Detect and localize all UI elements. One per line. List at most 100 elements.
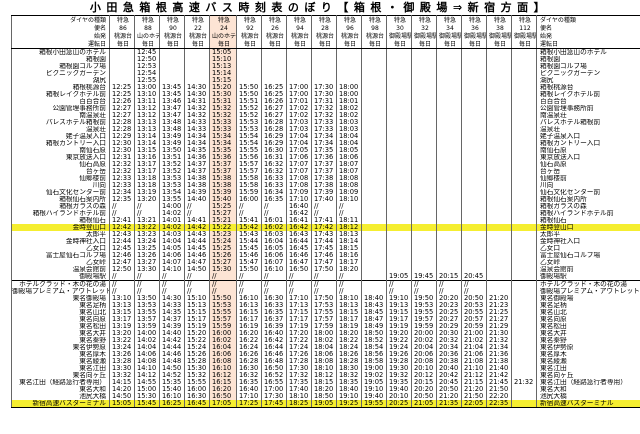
- time-cell: 17:25: [236, 400, 262, 408]
- time-cell: 21:06: [461, 351, 487, 358]
- time-cell: [411, 175, 437, 182]
- time-cell: 13:48: [159, 126, 185, 133]
- time-cell: [436, 48, 462, 56]
- time-cell: [511, 400, 537, 408]
- time-cell: 14:38: [184, 175, 210, 182]
- time-cell: [411, 147, 437, 154]
- time-cell: [511, 133, 537, 140]
- time-cell: [486, 77, 512, 84]
- time-cell: 15:45: [236, 245, 262, 252]
- time-cell: [486, 63, 512, 70]
- time-cell: 17:33: [311, 126, 337, 133]
- stop-row: 姥子温泉入口 12:29 13:14 13:49 14:34 15:34 15:54 16:2…: [11, 133, 640, 140]
- time-cell: 17:10: [286, 295, 312, 302]
- time-cell: [361, 245, 387, 252]
- time-cell: //: [386, 288, 412, 295]
- time-cell: 14:06: [134, 351, 160, 358]
- time-cell: 13:57: [134, 316, 160, 323]
- time-cell: 15:00: [134, 386, 160, 393]
- time-cell: [411, 154, 437, 161]
- time-cell: 17:39: [311, 189, 337, 196]
- time-cell: 17:30: [311, 84, 337, 91]
- time-cell: [511, 196, 537, 203]
- stop-row: 御殿場駅////////////////////19:05 19:45 20:15 2…: [11, 273, 640, 281]
- time-cell: 20:50: [461, 295, 487, 302]
- time-cell: 18:32: [336, 372, 362, 379]
- time-cell: 18:56: [361, 351, 387, 358]
- time-cell: 15:59: [236, 189, 262, 196]
- time-cell: 17:26: [286, 351, 312, 358]
- time-cell: 13:24: [109, 344, 135, 351]
- time-cell: 12:42: [109, 224, 135, 231]
- time-cell: 14:42: [159, 337, 185, 344]
- time-cell: 14:34: [184, 133, 210, 140]
- time-cell: 特急: [236, 15, 262, 24]
- time-cell: 112: [511, 24, 537, 32]
- stop-name: 箱根ガラスの森: [11, 203, 110, 210]
- time-cell: 22:20: [486, 393, 512, 400]
- stop-name-right: ホテルクラッド・木の花の湯: [536, 280, 640, 288]
- time-cell: [386, 182, 412, 189]
- time-cell: [486, 140, 512, 147]
- time-cell: 13:13: [109, 302, 135, 309]
- time-cell: 21:08: [461, 358, 487, 365]
- time-cell: [486, 133, 512, 140]
- stop-row: 川向 12:33 13:18 13:53 14:38 15:38 15:58 16:33 17:…: [11, 182, 640, 189]
- time-cell: [436, 231, 462, 238]
- stop-row: 箱根仙石 12:41 13:21 14:01 14:41 15:21 15:41 16:01 1…: [11, 217, 640, 224]
- time-cell: 13:52: [159, 168, 185, 175]
- time-cell: [511, 175, 537, 182]
- time-cell: 18:17: [336, 316, 362, 323]
- time-cell: 15:24: [209, 238, 237, 245]
- stop-name: 富士屋仙石ゴルフ場: [11, 252, 110, 259]
- time-cell: [411, 63, 437, 70]
- time-cell: 32: [411, 24, 437, 32]
- time-cell: 17:32: [286, 372, 312, 379]
- stop-name: 南仙石原: [11, 147, 110, 154]
- time-cell: 18:40: [361, 295, 387, 302]
- time-cell: [511, 147, 537, 154]
- time-cell: [411, 189, 437, 196]
- time-cell: [486, 273, 512, 281]
- time-cell: 21:12: [461, 372, 487, 379]
- stop-name-right: 東名大和: [536, 386, 640, 393]
- time-cell: 14:42: [184, 224, 210, 231]
- time-cell: 14:39: [159, 323, 185, 330]
- stop-row: 乙女峠 12:47 13:27 14:07 14:47 15:27 15:47 16:07 16…: [11, 259, 640, 266]
- time-cell: [511, 295, 537, 302]
- stop-name-right: 温泉会館前: [536, 266, 640, 273]
- stop-name-right: 公園管理事務所前: [536, 105, 640, 112]
- time-cell: 特急: [184, 15, 210, 24]
- time-cell: 12:44: [109, 238, 135, 245]
- time-cell: 特急: [261, 15, 287, 24]
- time-cell: 毎日: [109, 40, 135, 49]
- time-cell: [361, 147, 387, 154]
- time-cell: 14:30: [159, 295, 185, 302]
- time-cell: 20:12: [411, 372, 437, 379]
- time-cell: //: [209, 280, 237, 288]
- time-cell: 12:35: [109, 196, 135, 203]
- time-cell: [511, 63, 537, 70]
- time-cell: [236, 70, 262, 77]
- time-cell: 12:25: [109, 91, 135, 98]
- time-cell: 毎日: [361, 40, 387, 49]
- stop-name-right: 箱根小田急山のホテル: [536, 48, 640, 56]
- time-cell: 特急: [386, 15, 412, 24]
- time-cell: [511, 245, 537, 252]
- time-cell: 19:40: [386, 386, 412, 393]
- time-cell: //: [411, 280, 437, 288]
- time-cell: [511, 189, 537, 196]
- stop-row: 東名江田 13:30 14:10 14:50 15:30 16:10 16:30 16:50 1…: [11, 365, 640, 372]
- time-cell: 12:27: [109, 112, 135, 119]
- time-cell: 17:19: [286, 323, 312, 330]
- time-cell: [336, 63, 362, 70]
- time-cell: [511, 98, 537, 105]
- stop-row: 南仙石原 12:30 13:15 13:50 14:35 15:35 15:55 16:30 1…: [11, 147, 640, 154]
- time-cell: 12:50: [134, 56, 160, 63]
- time-cell: 19:10: [386, 295, 412, 302]
- time-cell: 12:27: [109, 105, 135, 112]
- time-cell: 19:05: [386, 273, 412, 281]
- time-cell: [159, 63, 185, 70]
- time-cell: 15:32: [184, 372, 210, 379]
- time-cell: 17:02: [286, 105, 312, 112]
